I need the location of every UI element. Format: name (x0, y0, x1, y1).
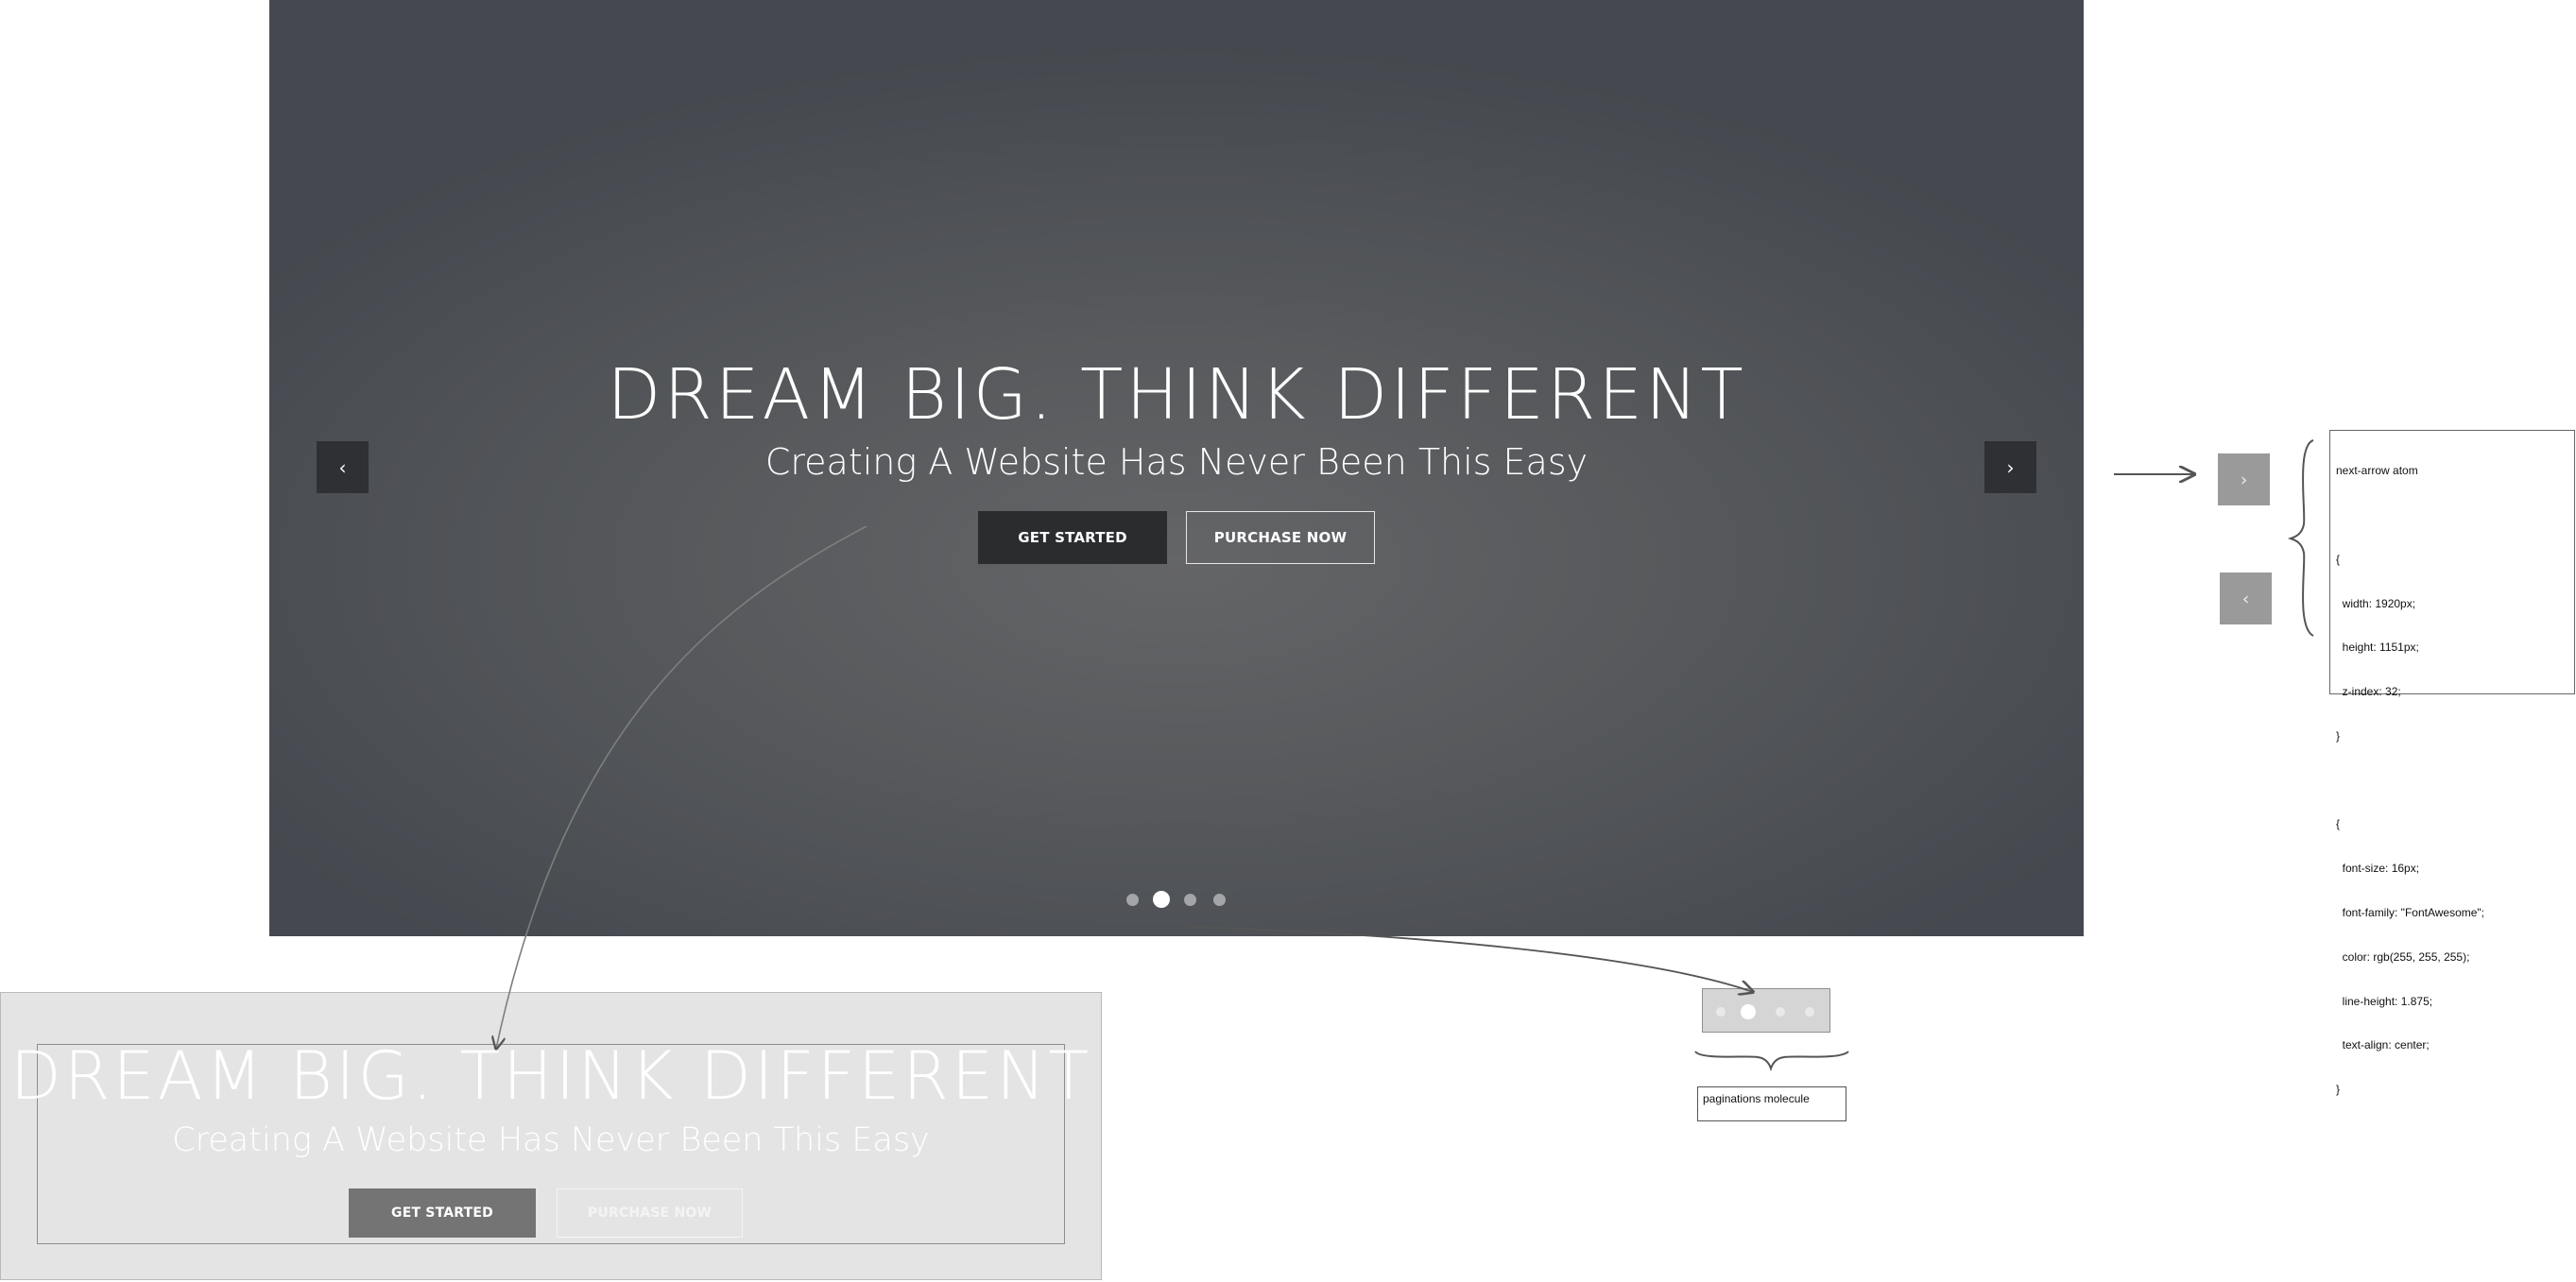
pagination-molecule-label: paginations molecule (1697, 1086, 1846, 1121)
pagination-dot[interactable] (1213, 894, 1226, 906)
code-line: { (2336, 817, 2341, 831)
code-line: text-align: center; (2336, 1038, 2430, 1052)
slider-pagination (269, 891, 2084, 910)
code-line: } (2336, 728, 2341, 743)
molecule-dot (1805, 1007, 1814, 1017)
molecule-dot (1776, 1007, 1785, 1017)
code-line: height: 1151px; (2336, 641, 2419, 655)
code-line: font-size: 16px; (2336, 862, 2420, 876)
chevron-left-icon: ‹ (338, 455, 347, 479)
chevron-right-icon: › (2006, 455, 2015, 479)
hero-slider: DREAM BIG. THINK DIFFERENT Creating A We… (269, 0, 2084, 936)
code-line: font-family: "FontAwesome"; (2336, 906, 2485, 919)
hero-content-organism-preview: DREAM BIG. THINK DIFFERENT Creating A We… (0, 992, 1102, 1280)
code-line: } (2336, 1083, 2341, 1097)
chevron-left-icon: ‹ (2241, 588, 2250, 609)
get-started-button[interactable]: GET STARTED (978, 511, 1167, 564)
organism-title: DREAM BIG. THINK DIFFERENT (9, 1037, 1092, 1115)
next-arrow-button[interactable]: › (1984, 441, 2036, 493)
organism-subtitle: Creating A Website Has Never Been This E… (172, 1121, 930, 1159)
molecule-dot-active (1741, 1004, 1756, 1019)
purchase-now-button[interactable]: PURCHASE NOW (1186, 511, 1375, 564)
code-line: { (2336, 552, 2341, 566)
code-line: width: 1920px; (2336, 596, 2416, 610)
pagination-dot-active[interactable] (1153, 891, 1170, 908)
pagination-dot[interactable] (1126, 894, 1139, 906)
molecule-curly-brace (1694, 1051, 1849, 1072)
next-arrow-atom[interactable]: › (2218, 453, 2270, 505)
organism-get-started-button[interactable]: GET STARTED (349, 1188, 536, 1238)
prev-arrow-atom[interactable]: ‹ (2220, 573, 2272, 624)
pagination-to-molecule-connector (1185, 926, 1753, 992)
hero-title: DREAM BIG. THINK DIFFERENT (607, 354, 1746, 436)
code-line: z-index: 32; (2336, 685, 2401, 699)
prev-arrow-button[interactable]: ‹ (317, 441, 369, 493)
next-arrow-atom-code: next-arrow atom { width: 1920px; height:… (2329, 430, 2575, 1096)
code-line: line-height: 1.875; (2336, 994, 2433, 1008)
organism-purchase-now-button[interactable]: PURCHASE NOW (557, 1188, 743, 1238)
chevron-right-icon: › (2240, 469, 2248, 490)
code-line: next-arrow atom (2336, 464, 2418, 478)
hero-subtitle: Creating A Website Has Never Been This E… (764, 441, 1589, 483)
pagination-molecule-preview (1702, 988, 1830, 1033)
molecule-dot (1716, 1007, 1726, 1017)
pagination-dot[interactable] (1184, 894, 1196, 906)
atom-curly-brace (2287, 439, 2314, 637)
code-line: color: rgb(255, 255, 255); (2336, 949, 2470, 964)
